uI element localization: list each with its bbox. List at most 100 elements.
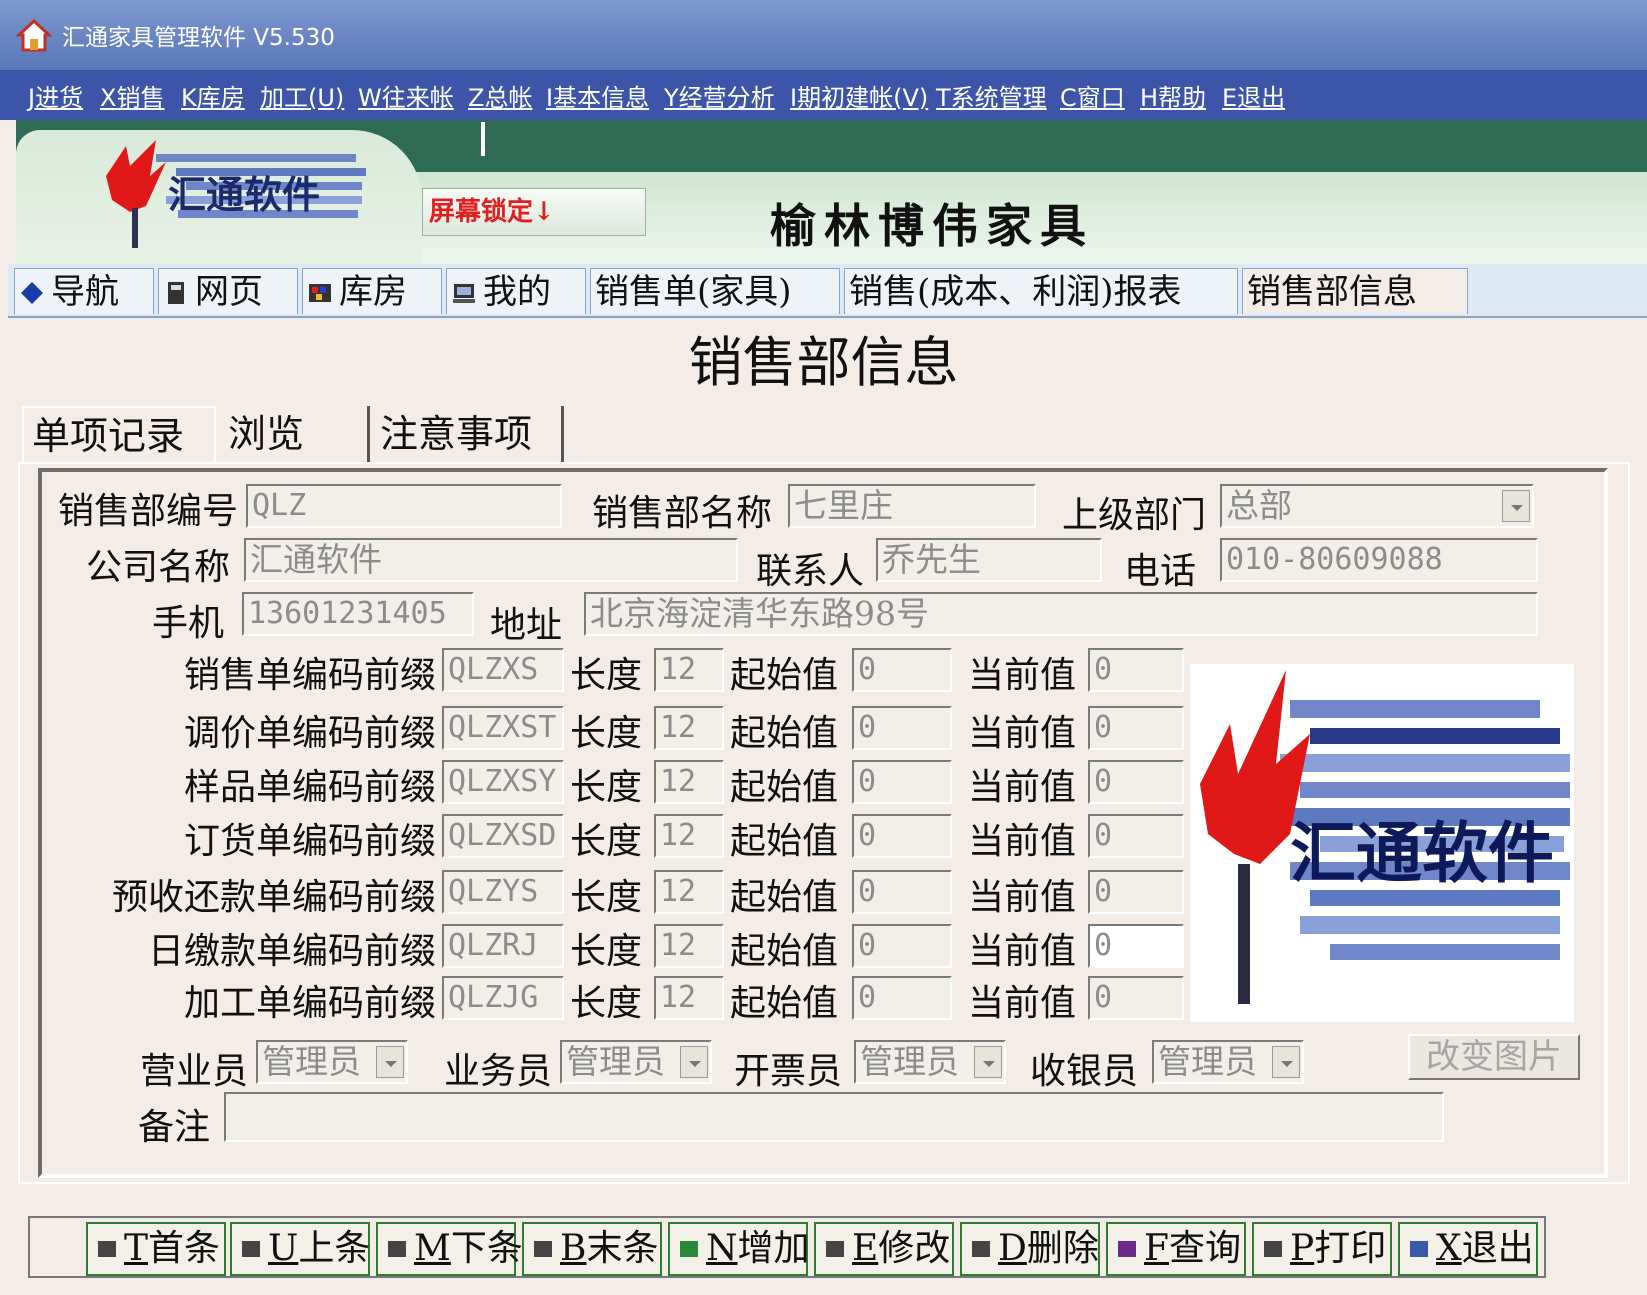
toolbar-button-key: N xyxy=(706,1228,738,1269)
length-label: 长度 xyxy=(570,821,643,862)
menu-basic-info[interactable]: I基本信息 xyxy=(546,78,649,113)
start-field[interactable]: 0 xyxy=(852,706,952,750)
menu-help[interactable]: H帮助 xyxy=(1140,78,1206,113)
start-field[interactable]: 0 xyxy=(852,976,952,1020)
toolbar-button-add[interactable]: N增加 xyxy=(668,1222,810,1276)
tab-warehouse[interactable]: 库房 xyxy=(302,268,442,314)
start-field[interactable]: 0 xyxy=(852,760,952,804)
prefix-field[interactable]: QLZXS xyxy=(442,648,564,692)
start-label: 起始值 xyxy=(730,767,839,808)
menu-bar: J进货 X销售 K库房 加工(U) W往来帐 Z总帐 I基本信息 Y经营分析 I… xyxy=(0,70,1647,120)
prefix-field[interactable]: QLZYS xyxy=(442,870,564,914)
change-picture-button[interactable]: 改变图片 xyxy=(1408,1034,1580,1080)
menu-sales[interactable]: X销售 xyxy=(100,78,164,113)
menu-exit[interactable]: E退出 xyxy=(1222,78,1285,113)
chevron-down-icon[interactable] xyxy=(1272,1046,1300,1078)
address-field[interactable]: 北京海淀清华东路98号 xyxy=(584,592,1538,636)
menu-accounts[interactable]: W往来帐 xyxy=(358,78,454,113)
length-field[interactable]: 12 xyxy=(654,648,724,692)
current-field[interactable]: 0 xyxy=(1088,760,1184,804)
chevron-down-icon[interactable] xyxy=(1502,490,1530,522)
invoicer-label: 开票员 xyxy=(734,1051,843,1092)
menu-window[interactable]: C窗口 xyxy=(1060,78,1125,113)
chevron-down-icon[interactable] xyxy=(974,1046,1002,1078)
menu-warehouse[interactable]: K库房 xyxy=(181,78,245,113)
tab-label: 库房 xyxy=(339,272,407,312)
tab-label: 我的 xyxy=(483,272,551,312)
menu-purchase[interactable]: J进货 xyxy=(28,78,83,113)
current-field[interactable]: 0 xyxy=(1088,814,1184,858)
start-label: 起始值 xyxy=(730,931,839,972)
salesman-select[interactable]: 管理员 xyxy=(560,1040,712,1084)
length-field[interactable]: 12 xyxy=(654,706,724,750)
exit-icon xyxy=(1410,1241,1428,1257)
tab-browse[interactable]: 浏览 xyxy=(220,406,370,462)
start-field[interactable]: 0 xyxy=(852,814,952,858)
tab-mine[interactable]: 我的 xyxy=(446,268,586,314)
length-field[interactable]: 12 xyxy=(654,924,724,968)
mobile-field[interactable]: 13601231405 xyxy=(242,592,474,636)
contact-field[interactable]: 乔先生 xyxy=(876,538,1102,582)
parent-dept-select[interactable]: 总部 xyxy=(1220,484,1534,528)
toolbar-button-edit[interactable]: E修改 xyxy=(814,1222,954,1276)
prefix-field[interactable]: QLZXSD xyxy=(442,814,564,858)
toolbar-button-prev[interactable]: U上条 xyxy=(230,1222,370,1276)
edit-icon xyxy=(826,1241,844,1257)
delete-icon xyxy=(972,1241,990,1257)
toolbar-button-first[interactable]: T首条 xyxy=(86,1222,226,1276)
start-field[interactable]: 0 xyxy=(852,870,952,914)
tab-sales-order[interactable]: 销售单(家具) xyxy=(590,268,840,314)
current-label: 当前值 xyxy=(968,713,1077,754)
tab-label: 销售单(家具) xyxy=(595,272,792,312)
tab-navigation[interactable]: 导航 xyxy=(14,268,154,314)
print-icon xyxy=(1264,1241,1282,1257)
phone-field[interactable]: 010-80609088 xyxy=(1220,538,1538,582)
length-field[interactable]: 12 xyxy=(654,760,724,804)
menu-analysis[interactable]: Y经营分析 xyxy=(664,78,775,113)
chevron-down-icon[interactable] xyxy=(680,1046,708,1078)
current-field[interactable]: 0 xyxy=(1088,706,1184,750)
current-field[interactable]: 0 xyxy=(1088,924,1184,968)
start-field[interactable]: 0 xyxy=(852,648,952,692)
length-field[interactable]: 12 xyxy=(654,870,724,914)
current-field[interactable]: 0 xyxy=(1088,976,1184,1020)
toolbar-button-next[interactable]: M下条 xyxy=(376,1222,523,1276)
company-field[interactable]: 汇通软件 xyxy=(244,538,738,582)
chevron-down-icon[interactable] xyxy=(376,1046,404,1078)
start-field[interactable]: 0 xyxy=(852,924,952,968)
tab-sales-report[interactable]: 销售(成本、利润)报表 xyxy=(844,268,1238,314)
salesclerk-select[interactable]: 管理员 xyxy=(256,1040,408,1084)
tab-single-record[interactable]: 单项记录 xyxy=(22,406,216,462)
picture-logo-text: 汇通软件 xyxy=(1290,814,1554,892)
toolbar-button-print[interactable]: P打印 xyxy=(1252,1222,1392,1276)
prefix-field[interactable]: QLZXSY xyxy=(442,760,564,804)
cashier-select[interactable]: 管理员 xyxy=(1152,1040,1304,1084)
toolbar-button-search[interactable]: F查询 xyxy=(1106,1222,1246,1276)
remark-field[interactable] xyxy=(224,1092,1444,1142)
cashier-label: 收银员 xyxy=(1030,1051,1139,1092)
tab-web[interactable]: 网页 xyxy=(158,268,298,314)
last-icon xyxy=(534,1241,552,1257)
screen-lock-button[interactable]: 屏幕锁定↓ xyxy=(422,188,646,236)
toolbar-button-last[interactable]: B末条 xyxy=(522,1222,662,1276)
tab-notes[interactable]: 注意事项 xyxy=(372,406,564,462)
current-field[interactable]: 0 xyxy=(1088,870,1184,914)
mobile-label: 手机 xyxy=(152,603,225,644)
invoicer-select[interactable]: 管理员 xyxy=(854,1040,1006,1084)
length-field[interactable]: 12 xyxy=(654,976,724,1020)
toolbar-button-exit[interactable]: X退出 xyxy=(1398,1222,1538,1276)
toolbar-button-delete[interactable]: D删除 xyxy=(960,1222,1100,1276)
prefix-field[interactable]: QLZJG xyxy=(442,976,564,1020)
length-field[interactable]: 12 xyxy=(654,814,724,858)
tab-sales-dept-info[interactable]: 销售部信息 xyxy=(1242,268,1468,314)
prefix-field[interactable]: QLZXST xyxy=(442,706,564,750)
menu-ledger[interactable]: Z总帐 xyxy=(468,78,532,113)
current-field[interactable]: 0 xyxy=(1088,648,1184,692)
dept-name-field[interactable]: 七里庄 xyxy=(788,484,1036,528)
prefix-field[interactable]: QLZRJ xyxy=(442,924,564,968)
menu-system[interactable]: T系统管理 xyxy=(936,78,1047,113)
menu-opening[interactable]: I期初建帐(V) xyxy=(790,78,928,113)
dept-code-field[interactable]: QLZ xyxy=(246,484,562,528)
dept-code-label: 销售部编号 xyxy=(58,491,239,532)
menu-processing[interactable]: 加工(U) xyxy=(260,78,344,113)
